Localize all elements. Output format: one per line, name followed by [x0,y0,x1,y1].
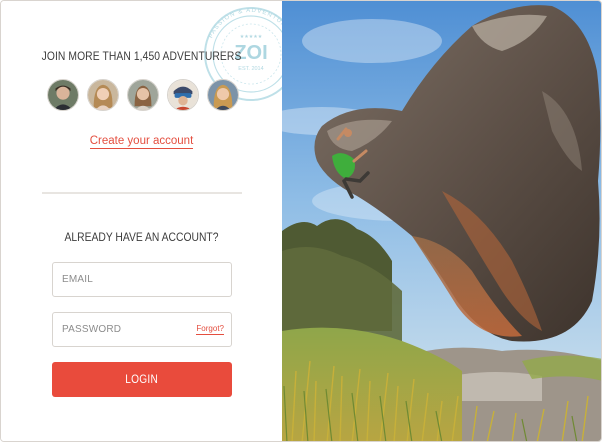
stamp-est-text: EST. 2014 [238,66,263,72]
section-divider [42,192,242,194]
email-field [52,262,232,297]
signup-modal: PASSION & ADVENTURE ZOI EST. 2014 ★★★★★ … [0,0,602,442]
avatar [207,79,239,111]
avatar [127,79,159,111]
login-button[interactable]: LOGIN [52,362,232,397]
avatar [87,79,119,111]
forgot-password-link[interactable]: Forgot? [196,324,224,335]
email-input[interactable] [53,263,231,296]
password-field: Forgot? [52,312,232,347]
create-account-link[interactable]: Create your account [89,135,194,149]
avatar [167,79,199,111]
hero-photo-climber-on-boulder [282,1,601,441]
adventurer-avatars [47,79,239,111]
login-heading: ALREADY HAVE AN ACCOUNT? [64,230,219,244]
join-heading: JOIN MORE THAN 1,450 ADVENTURERS [41,49,242,63]
login-button-label: LOGIN [125,373,159,386]
stamp-stars: ★★★★★ [240,34,263,40]
auth-panel: PASSION & ADVENTURE ZOI EST. 2014 ★★★★★ … [1,1,298,441]
avatar [47,79,79,111]
hero-photo-illustration [282,1,601,441]
create-account-link-wrap: Create your account [1,135,282,149]
